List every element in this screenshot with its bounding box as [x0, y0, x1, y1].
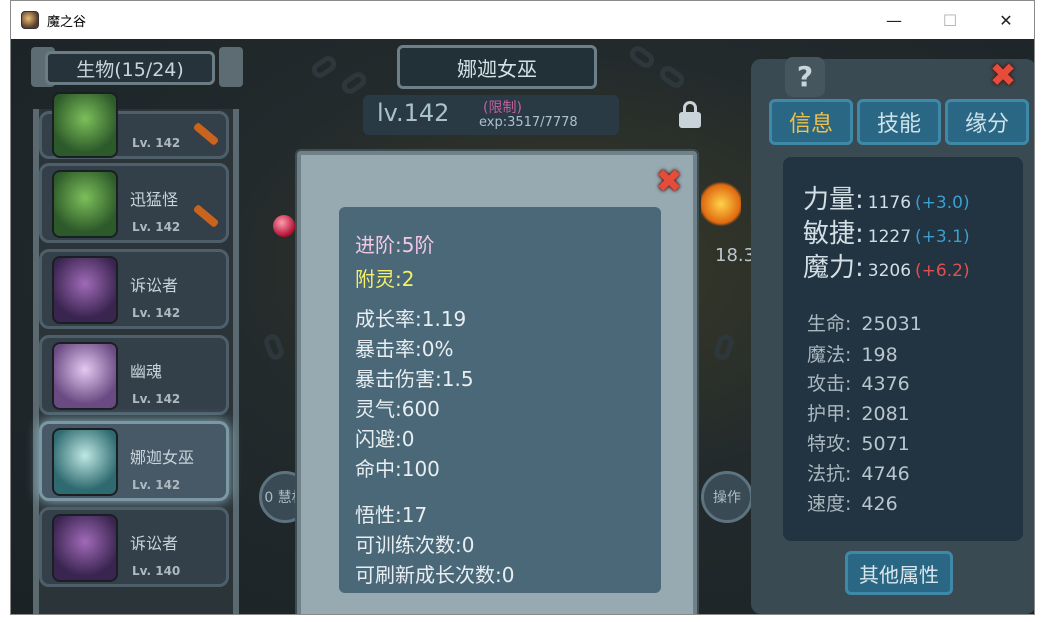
tab-info[interactable]: 信息 — [769, 99, 853, 145]
creature-list-header: 生物(15/24) — [31, 39, 243, 91]
attribute-magic: 魔力: 3206 (+6.2) — [803, 253, 970, 283]
creature-list-title: 生物(15/24) — [45, 51, 215, 85]
modal-line: 可刷新成长次数:0 — [355, 563, 515, 587]
stat-attack: 攻击: 4376 — [807, 373, 910, 395]
modal-line: 附灵:2 — [355, 267, 415, 291]
creature-list-item[interactable]: Lv. 142 — [39, 92, 229, 159]
chain-decoration — [626, 42, 658, 72]
gem-icon — [273, 215, 295, 237]
background-button-right[interactable]: 操作 — [701, 471, 753, 523]
close-modal-button[interactable]: ✖ — [649, 161, 689, 201]
creature-level: Lv. 142 — [132, 136, 181, 150]
app-icon — [21, 11, 39, 29]
modal-line: 可训练次数:0 — [355, 533, 475, 557]
game-window: 魔之谷 — ☐ ✕ 生物(15/24) Lv. 142 迅猛怪 Lv. 142 … — [10, 0, 1035, 615]
title-bar: 魔之谷 — ☐ ✕ — [11, 1, 1034, 39]
help-icon[interactable]: ? — [785, 57, 825, 97]
window-title: 魔之谷 — [47, 14, 87, 30]
creature-list-item[interactable]: 诉讼者 Lv. 140 — [39, 507, 229, 587]
stat-special-attack: 特攻: 5071 — [807, 433, 910, 455]
creature-name: 娜迦女巫 — [130, 448, 195, 467]
creature-portrait — [52, 514, 118, 582]
creature-list-item-selected[interactable]: 娜迦女巫 Lv. 142 — [39, 421, 229, 501]
exp-label: exp:3517/7778 — [479, 115, 578, 130]
creature-level: Lv. 140 — [132, 564, 181, 578]
chain-decoration — [712, 332, 736, 362]
fire-effect-icon — [701, 179, 741, 229]
sword-icon — [192, 121, 220, 147]
creature-name-plate: 娜迦女巫 — [397, 45, 597, 89]
creature-portrait — [52, 428, 118, 496]
creature-portrait — [52, 342, 118, 410]
sword-icon — [192, 203, 220, 229]
modal-line: 进阶:5阶 — [355, 233, 435, 257]
creature-name: 诉讼者 — [130, 276, 179, 295]
limit-label: (限制) — [483, 100, 522, 116]
modal-line: 命中:100 — [355, 457, 440, 481]
close-window-button[interactable]: ✕ — [978, 1, 1034, 39]
stats-box: 力量: 1176 (+3.0) 敏捷: 1227 (+3.1) 魔力: 3206… — [783, 157, 1023, 541]
creature-portrait — [52, 92, 118, 158]
creature-list-item[interactable]: 诉讼者 Lv. 142 — [39, 249, 229, 329]
creature-portrait — [52, 170, 118, 238]
stat-mp: 魔法: 198 — [807, 344, 898, 366]
tab-skills[interactable]: 技能 — [857, 99, 941, 145]
background-number: 18.3 — [715, 245, 756, 266]
tab-bonds[interactable]: 缘分 — [945, 99, 1029, 145]
stat-armor: 护甲: 2081 — [807, 403, 910, 425]
creature-list-item[interactable]: 幽魂 Lv. 142 — [39, 335, 229, 415]
chain-decoration — [338, 68, 370, 98]
details-modal: ✖ 进阶:5阶 附灵:2 成长率:1.19 暴击率:0% 暴击伤害:1.5 灵气… — [297, 151, 697, 614]
modal-line: 暴击率:0% — [355, 337, 454, 361]
creature-name: 幽魂 — [130, 362, 163, 381]
close-panel-button[interactable]: ✖ — [983, 55, 1023, 95]
creature-level: Lv. 142 — [132, 306, 181, 320]
wing-ornament — [219, 47, 243, 87]
attribute-strength: 力量: 1176 (+3.0) — [803, 185, 970, 215]
stat-hp: 生命: 25031 — [807, 313, 922, 335]
modal-line: 灵气:600 — [355, 397, 440, 421]
maximize-button[interactable]: ☐ — [922, 1, 978, 39]
chain-decoration — [308, 52, 340, 82]
creature-list-item[interactable]: 迅猛怪 Lv. 142 — [39, 163, 229, 243]
lock-icon[interactable] — [679, 101, 701, 129]
creature-name: 诉讼者 — [130, 534, 179, 553]
creature-level: Lv. 142 — [132, 220, 181, 234]
details-content: 进阶:5阶 附灵:2 成长率:1.19 暴击率:0% 暴击伤害:1.5 灵气:6… — [339, 207, 661, 593]
modal-line: 暴击伤害:1.5 — [355, 367, 474, 391]
creature-level-display: lv.142 — [377, 99, 450, 127]
level-bar: lv.142 (限制) exp:3517/7778 — [363, 95, 619, 135]
stat-magic-resist: 法抗: 4746 — [807, 463, 910, 485]
modal-line: 成长率:1.19 — [355, 307, 467, 331]
attribute-agility: 敏捷: 1227 (+3.1) — [803, 219, 970, 249]
window-controls: — ☐ ✕ — [866, 1, 1034, 39]
stat-speed: 速度: 426 — [807, 493, 898, 515]
creature-level: Lv. 142 — [132, 392, 181, 406]
chain-decoration — [262, 332, 286, 362]
creature-portrait — [52, 256, 118, 324]
modal-line: 闪避:0 — [355, 427, 415, 451]
game-canvas: 生物(15/24) Lv. 142 迅猛怪 Lv. 142 诉讼者 Lv. 14… — [11, 39, 1034, 614]
other-attributes-button[interactable]: 其他属性 — [845, 551, 953, 595]
modal-line: 悟性:17 — [355, 503, 428, 527]
chain-decoration — [656, 62, 688, 92]
creature-level: Lv. 142 — [132, 478, 181, 492]
creature-name: 迅猛怪 — [130, 190, 179, 209]
minimize-button[interactable]: — — [866, 1, 922, 39]
